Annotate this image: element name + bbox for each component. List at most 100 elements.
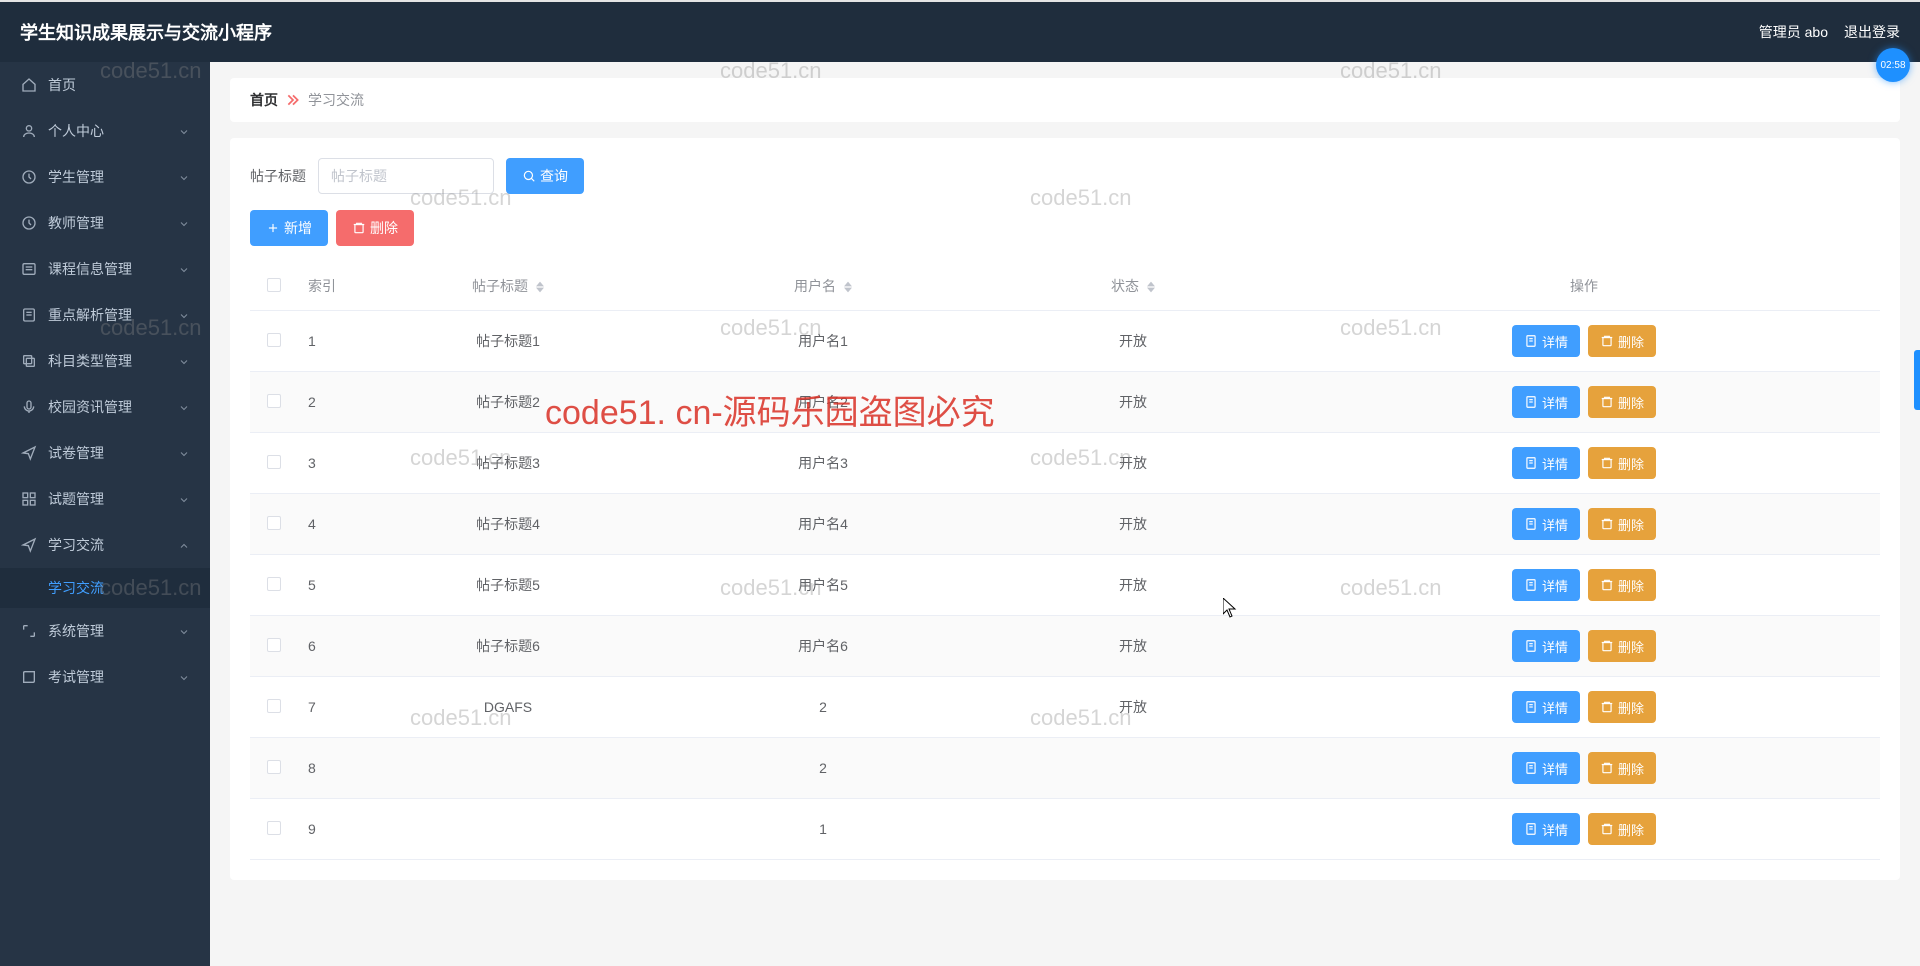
sidebar-item-4[interactable]: 课程信息管理 (0, 246, 210, 292)
sidebar-item-label: 课程信息管理 (48, 259, 178, 279)
trash-icon (1600, 517, 1614, 531)
table-row: 2帖子标题2用户名2开放详情删除 (250, 372, 1880, 433)
cell-index: 5 (298, 555, 348, 616)
col-header-status[interactable]: 状态 (978, 262, 1288, 311)
cell-user: 用户名4 (668, 494, 978, 555)
sort-icon (536, 281, 544, 293)
sidebar-item-6[interactable]: 科目类型管理 (0, 338, 210, 384)
row-detail-button[interactable]: 详情 (1512, 691, 1580, 723)
note-icon (20, 306, 38, 324)
sidebar-item-0[interactable]: 首页 (0, 62, 210, 108)
chevron-down-icon (178, 171, 190, 183)
document-icon (1524, 761, 1538, 775)
delete-button[interactable]: 删除 (336, 210, 414, 246)
cell-status: 开放 (978, 616, 1288, 677)
plus-icon (266, 221, 280, 235)
sidebar-item-12[interactable]: 考试管理 (0, 654, 210, 700)
row-delete-button[interactable]: 删除 (1588, 508, 1656, 540)
cell-title (348, 799, 668, 860)
expand-icon (20, 622, 38, 640)
chevron-down-icon (178, 447, 190, 459)
row-checkbox[interactable] (267, 455, 281, 469)
sidebar-item-2[interactable]: 学生管理 (0, 154, 210, 200)
cell-index: 7 (298, 677, 348, 738)
row-delete-button[interactable]: 删除 (1588, 691, 1656, 723)
row-checkbox[interactable] (267, 394, 281, 408)
sidebar-item-label: 首页 (48, 75, 190, 95)
table-row: 5帖子标题5用户名5开放详情删除 (250, 555, 1880, 616)
row-delete-button[interactable]: 删除 (1588, 569, 1656, 601)
cell-title: 帖子标题1 (348, 311, 668, 372)
row-delete-button[interactable]: 删除 (1588, 386, 1656, 418)
chevron-down-icon (178, 263, 190, 275)
select-all-checkbox[interactable] (267, 278, 281, 292)
cell-index: 2 (298, 372, 348, 433)
action-row: 新增 删除 (250, 210, 1880, 246)
sidebar-item-8[interactable]: 试卷管理 (0, 430, 210, 476)
sidebar-item-11[interactable]: 系统管理 (0, 608, 210, 654)
sidebar-item-3[interactable]: 教师管理 (0, 200, 210, 246)
table-row: 7DGAFS2开放详情删除 (250, 677, 1880, 738)
row-delete-button[interactable]: 删除 (1588, 630, 1656, 662)
row-detail-button[interactable]: 详情 (1512, 630, 1580, 662)
list-icon (20, 260, 38, 278)
sidebar-item-1[interactable]: 个人中心 (0, 108, 210, 154)
cell-user: 用户名6 (668, 616, 978, 677)
cell-title: DGAFS (348, 677, 668, 738)
row-detail-button[interactable]: 详情 (1512, 752, 1580, 784)
trash-icon (1600, 761, 1614, 775)
col-header-user[interactable]: 用户名 (668, 262, 978, 311)
breadcrumb-current: 学习交流 (308, 90, 364, 110)
sidebar-item-10[interactable]: 学习交流 (0, 522, 210, 568)
copy-icon (20, 352, 38, 370)
sidebar-subitem-active[interactable]: 学习交流 (0, 568, 210, 608)
cell-index: 9 (298, 799, 348, 860)
breadcrumb-home[interactable]: 首页 (250, 90, 278, 110)
cell-title (348, 738, 668, 799)
row-checkbox[interactable] (267, 638, 281, 652)
sort-icon (844, 281, 852, 293)
sidebar-item-9[interactable]: 试题管理 (0, 476, 210, 522)
row-detail-button[interactable]: 详情 (1512, 386, 1580, 418)
document-icon (1524, 639, 1538, 653)
sidebar-item-label: 科目类型管理 (48, 351, 178, 371)
row-delete-button[interactable]: 删除 (1588, 447, 1656, 479)
add-button[interactable]: 新增 (250, 210, 328, 246)
row-delete-button[interactable]: 删除 (1588, 325, 1656, 357)
grid-icon (20, 490, 38, 508)
row-detail-button[interactable]: 详情 (1512, 569, 1580, 601)
cell-user: 1 (668, 799, 978, 860)
row-checkbox[interactable] (267, 577, 281, 591)
document-icon (1524, 578, 1538, 592)
user-label[interactable]: 管理员 abo (1759, 22, 1828, 42)
row-detail-button[interactable]: 详情 (1512, 325, 1580, 357)
cell-index: 3 (298, 433, 348, 494)
logout-link[interactable]: 退出登录 (1844, 22, 1900, 42)
row-detail-button[interactable]: 详情 (1512, 447, 1580, 479)
cell-title: 帖子标题6 (348, 616, 668, 677)
cell-status (978, 738, 1288, 799)
row-delete-button[interactable]: 删除 (1588, 813, 1656, 845)
row-detail-button[interactable]: 详情 (1512, 813, 1580, 845)
row-detail-button[interactable]: 详情 (1512, 508, 1580, 540)
sidebar-item-label: 系统管理 (48, 621, 178, 641)
row-checkbox[interactable] (267, 760, 281, 774)
col-header-title[interactable]: 帖子标题 (348, 262, 668, 311)
search-button[interactable]: 查询 (506, 158, 584, 194)
sidebar-item-7[interactable]: 校园资讯管理 (0, 384, 210, 430)
clock-icon (20, 214, 38, 232)
cell-title: 帖子标题3 (348, 433, 668, 494)
row-delete-button[interactable]: 删除 (1588, 752, 1656, 784)
sidebar-item-5[interactable]: 重点解析管理 (0, 292, 210, 338)
filter-title-input[interactable] (318, 158, 494, 194)
sidebar-item-label: 试卷管理 (48, 443, 178, 463)
row-checkbox[interactable] (267, 333, 281, 347)
row-checkbox[interactable] (267, 516, 281, 530)
scroll-indicator[interactable] (1914, 350, 1920, 410)
row-checkbox[interactable] (267, 699, 281, 713)
search-button-label: 查询 (540, 166, 568, 186)
row-checkbox[interactable] (267, 821, 281, 835)
cell-status: 开放 (978, 555, 1288, 616)
timer-badge: 02:58 (1876, 48, 1910, 82)
content-panel: 帖子标题 查询 新增 删除 (230, 138, 1900, 880)
